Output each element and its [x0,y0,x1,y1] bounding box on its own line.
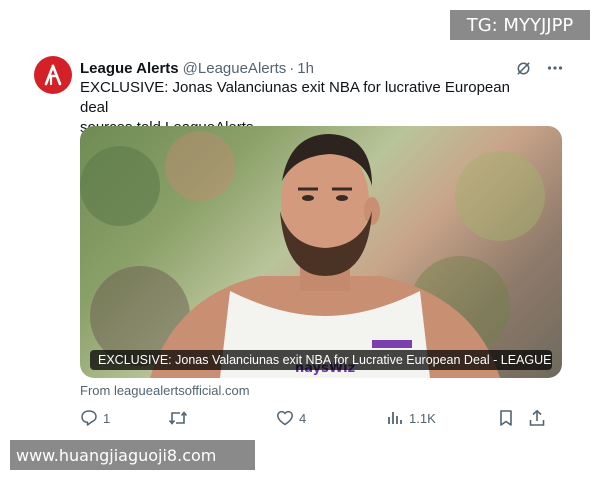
reply-button[interactable]: 1 [80,409,168,427]
author-handle[interactable]: @LeagueAlerts [183,60,287,77]
reply-count: 1 [103,410,111,426]
action-bar: 1 4 1.1K [80,408,562,428]
views-button[interactable]: 1.1K [386,409,498,427]
separator: · [289,59,295,77]
more-icon[interactable] [546,59,564,77]
like-button[interactable]: 4 [276,409,386,427]
media-caption: EXCLUSIVE: Jonas Valanciunas exit NBA fo… [90,350,552,370]
player-photo: naysWiz [80,131,545,378]
bookmark-icon [500,410,512,426]
avatar[interactable] [34,56,72,94]
share-icon [529,409,545,426]
tweet-header: League Alerts @LeagueAlerts · 1h [80,58,564,78]
timestamp[interactable]: 1h [297,60,314,77]
watermark-bottom: www.huangjiaguoji8.com [10,440,255,470]
like-icon [277,410,293,426]
share-button[interactable] [528,409,546,427]
source-link[interactable]: From leaguealertsofficial.com [80,383,250,398]
tweet-text-line1: EXCLUSIVE: Jonas Valanciunas exit NBA fo… [80,79,510,116]
bookmark-button[interactable] [498,409,528,427]
like-count: 4 [299,410,307,426]
watermark-top: TG: MYYJJPP [450,10,590,40]
tweet-card[interactable]: League Alerts @LeagueAlerts · 1h EXCLUSI… [28,44,572,436]
retweet-button[interactable] [168,409,276,427]
views-count: 1.1K [409,410,436,426]
media-image[interactable]: naysWiz EXCLUSIVE: Jonas Valanciunas exi… [80,126,562,378]
retweet-icon [168,411,188,425]
league-alerts-logo-icon [44,64,62,86]
grok-icon[interactable] [515,60,532,77]
author-name[interactable]: League Alerts [80,60,179,77]
reply-icon [81,410,97,426]
views-icon [388,412,402,424]
